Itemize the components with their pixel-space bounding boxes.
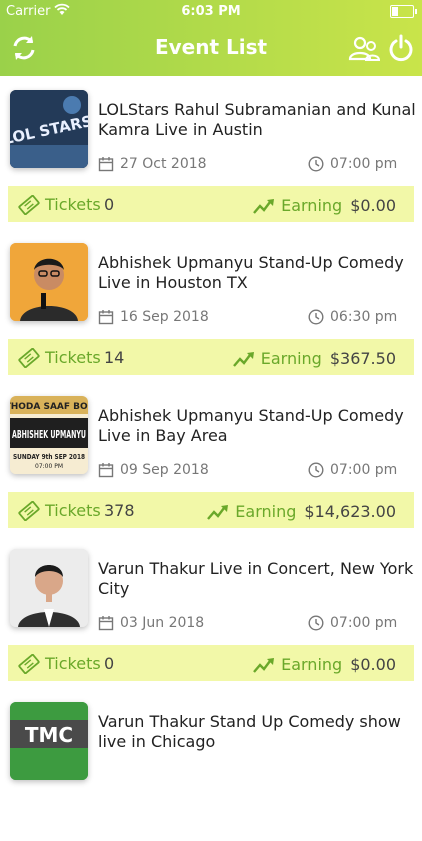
trend-up-icon [232,351,254,367]
event-time: 07:00 pm [308,462,397,478]
event-title: Abhishek Upmanyu Stand-Up Comedy Live in… [98,253,404,292]
event-stats-bar: Tickets 0 Earning $0.00 [8,645,414,681]
event-date: 16 Sep 2018 [98,309,209,325]
earning-group: Earning $0.00 [253,195,396,215]
ticket-icon [18,501,40,521]
event-time-text: 07:00 pm [330,462,398,478]
earning-amount: $14,623.00 [304,502,396,521]
event-card[interactable]: THODA SAAF BOL ABHISHEK UPMANYU SUNDAY 9… [0,382,422,535]
event-time: 07:00 pm [308,615,397,631]
event-title: LOLStars Rahul Subramanian and Kunal Kam… [98,100,416,139]
event-date: 09 Sep 2018 [98,462,209,478]
trend-up-icon [253,657,275,673]
earning-amount: $0.00 [350,655,396,674]
event-date: 27 Oct 2018 [98,156,207,172]
poster-time: 07:00 PM [35,463,63,470]
battery-icon [390,5,417,18]
event-date-text: 09 Sep 2018 [120,462,209,478]
tickets-label: Tickets [45,654,101,673]
tickets-count: 0 [104,195,115,214]
event-date-text: 03 Jun 2018 [120,615,205,631]
poster-date: SUNDAY 9th SEP 2018 [13,453,85,461]
tickets-label: Tickets [45,195,101,214]
earning-amount: $0.00 [350,196,396,215]
event-thumbnail: LOL STARS [10,90,88,168]
event-time: 07:00 pm [308,156,397,172]
power-icon[interactable] [388,34,414,62]
ticket-icon [18,654,40,674]
clock-icon [308,156,324,172]
event-stats-bar: Tickets 14 Earning $367.50 [8,339,414,375]
event-date-text: 27 Oct 2018 [120,156,207,172]
trend-up-icon [207,504,229,520]
earning-group: Earning $367.50 [232,348,396,368]
tickets-label: Tickets [45,348,101,367]
event-thumbnail [10,549,88,627]
status-bar: Carrier 6:03 PM [0,0,422,22]
poster-text: TMC [25,723,73,747]
event-thumbnail [10,243,88,321]
event-title: Varun Thakur Stand Up Comedy show live i… [98,712,401,751]
event-time-text: 06:30 pm [330,309,398,325]
tickets-label: Tickets [45,501,101,520]
calendar-icon [98,157,114,172]
poster-name: ABHISHEK UPMANYU [12,428,86,441]
users-icon[interactable] [347,36,381,62]
event-card[interactable]: Abhishek Upmanyu Stand-Up Comedy Live in… [0,229,422,382]
event-stats-bar: Tickets 378 Earning $14,623.00 [8,492,414,528]
clock-icon [308,462,324,478]
event-stats-bar: Tickets 0 Earning $0.00 [8,186,414,222]
clock-icon [308,309,324,325]
event-thumbnail: THODA SAAF BOL ABHISHEK UPMANYU SUNDAY 9… [10,396,88,474]
earning-group: Earning $14,623.00 [207,501,396,521]
clock-icon [308,615,324,631]
earning-label: Earning [281,196,343,215]
event-thumbnail: TMC [10,702,88,780]
event-date-text: 16 Sep 2018 [120,309,209,325]
app-header: Carrier 6:03 PM Event List [0,0,422,76]
event-date: 03 Jun 2018 [98,615,204,631]
event-title: Abhishek Upmanyu Stand-Up Comedy Live in… [98,406,404,445]
earning-label: Earning [281,655,343,674]
earning-label: Earning [260,349,322,368]
event-card[interactable]: LOL STARS LOLStars Rahul Subramanian and… [0,76,422,229]
status-time: 6:03 PM [181,4,241,19]
tickets-count: 0 [104,654,115,673]
calendar-icon [98,616,114,631]
event-card[interactable]: Varun Thakur Live in Concert, New York C… [0,535,422,688]
event-time-text: 07:00 pm [330,156,398,172]
poster-tagline: THODA SAAF BOL [10,402,88,412]
event-title: Varun Thakur Live in Concert, New York C… [98,559,414,598]
event-card[interactable]: TMC Varun Thakur Stand Up Comedy show li… [0,688,422,841]
earning-group: Earning $0.00 [253,654,396,674]
earning-label: Earning [235,502,297,521]
tickets-count: 14 [104,348,125,367]
nav-bar: Event List [0,24,422,70]
earning-amount: $367.50 [329,349,396,368]
event-time-text: 07:00 pm [330,615,398,631]
calendar-icon [98,310,114,325]
tickets-count: 378 [104,501,135,520]
ticket-icon [18,195,40,215]
calendar-icon [98,463,114,478]
event-time: 06:30 pm [308,309,397,325]
trend-up-icon [253,198,275,214]
ticket-icon [18,348,40,368]
